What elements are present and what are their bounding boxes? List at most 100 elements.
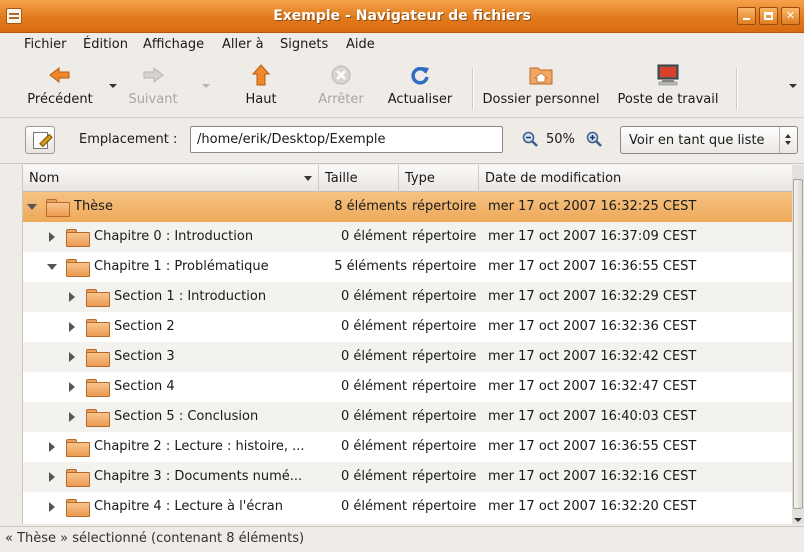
row-date: mer 17 oct 2007 16:40:03 CEST — [488, 409, 697, 424]
stop-label: Arrêter — [318, 92, 364, 107]
forward-label: Suivant — [128, 92, 178, 107]
reload-button[interactable]: Actualiser — [388, 64, 452, 107]
expander-closed-icon[interactable] — [49, 472, 55, 482]
forward-history-dropdown[interactable] — [202, 84, 210, 88]
table-row[interactable]: Chapitre 0 : Introduction 0 élément répert… — [23, 222, 792, 252]
sort-desc-icon — [304, 176, 312, 181]
menu-edition[interactable]: Édition — [83, 37, 128, 52]
up-arrow-icon — [249, 64, 273, 86]
list-header: Nom Taille Type Date de modification — [23, 165, 792, 192]
home-label: Dossier personnel — [482, 92, 600, 107]
edit-location-button[interactable] — [25, 126, 55, 154]
scroll-down-icon[interactable] — [794, 518, 802, 522]
expander-open-icon[interactable] — [27, 204, 37, 210]
close-button[interactable]: ✕ — [781, 7, 800, 25]
title-bar[interactable]: Exemple - Navigateur de fichiers ✕ — [0, 0, 804, 33]
row-date: mer 17 oct 2007 16:32:29 CEST — [488, 289, 697, 304]
maximize-button[interactable] — [759, 7, 778, 25]
column-type[interactable]: Type — [399, 165, 479, 192]
table-row[interactable]: Section 1 : Introduction 0 élément réperto… — [23, 282, 792, 312]
view-mode-select[interactable]: Voir en tant que liste — [620, 126, 798, 154]
row-size: 5 éléments — [334, 259, 407, 274]
table-row[interactable]: Section 3 0 élément répertoire mer 17 oct 2… — [23, 342, 792, 372]
computer-icon — [656, 64, 680, 86]
location-input[interactable]: /home/erik/Desktop/Exemple — [190, 126, 503, 153]
expander-closed-icon[interactable] — [69, 412, 75, 422]
row-size: 0 élément — [340, 229, 407, 244]
location-label: Emplacement : — [79, 132, 178, 147]
file-list[interactable]: Nom Taille Type Date de modification Thè… — [22, 165, 792, 524]
reload-icon — [408, 64, 432, 86]
minimize-button[interactable] — [737, 7, 756, 25]
row-date: mer 17 oct 2007 16:32:25 CEST — [488, 199, 697, 214]
expander-closed-icon[interactable] — [69, 322, 75, 332]
expander-closed-icon[interactable] — [69, 382, 75, 392]
table-row[interactable]: Section 2 0 élément répertoire mer 17 oct 2… — [23, 312, 792, 342]
table-row[interactable]: Chapitre 4 : Lecture à l'écran 0 élément r… — [23, 492, 792, 522]
column-date-label: Date de modification — [485, 171, 622, 186]
expander-closed-icon[interactable] — [69, 292, 75, 302]
back-history-dropdown[interactable] — [109, 84, 117, 88]
row-date: mer 17 oct 2007 16:32:20 CEST — [488, 499, 697, 514]
toolbar: Précédent Suivant Haut Arrêter Actualise… — [0, 58, 804, 118]
row-name: Section 2 — [114, 319, 175, 334]
toolbar-separator — [736, 68, 737, 110]
zoom-in-icon[interactable] — [586, 131, 602, 147]
vertical-scrollbar[interactable] — [792, 165, 804, 524]
table-row[interactable]: Chapitre 3 : Documents numé... 0 élément r… — [23, 462, 792, 492]
row-name: Section 3 — [114, 349, 175, 364]
column-date[interactable]: Date de modification — [479, 165, 792, 192]
column-size[interactable]: Taille — [319, 165, 399, 192]
folder-icon — [66, 469, 90, 487]
row-date: mer 17 oct 2007 16:36:55 CEST — [488, 259, 697, 274]
scrollbar-thumb[interactable] — [793, 179, 803, 509]
row-date: mer 17 oct 2007 16:37:09 CEST — [488, 229, 697, 244]
computer-button[interactable]: Poste de travail — [617, 64, 719, 107]
expander-closed-icon[interactable] — [69, 352, 75, 362]
table-row[interactable]: Chapitre 1 : Problématique 5 éléments répe… — [23, 252, 792, 282]
row-date: mer 17 oct 2007 16:32:47 CEST — [488, 379, 697, 394]
menu-aller[interactable]: Aller à — [222, 37, 264, 52]
menu-aide[interactable]: Aide — [346, 37, 375, 52]
folder-icon — [86, 319, 110, 337]
expander-open-icon[interactable] — [47, 264, 57, 270]
computer-label: Poste de travail — [617, 92, 719, 107]
folder-icon — [86, 409, 110, 427]
back-label: Précédent — [27, 92, 93, 107]
up-button[interactable]: Haut — [245, 64, 277, 107]
window-title: Exemple - Navigateur de fichiers — [273, 8, 531, 24]
back-button[interactable]: Précédent — [27, 64, 93, 107]
table-row[interactable]: Thèse 8 éléments répertoire mer 17 oct 2007… — [23, 192, 792, 222]
column-size-label: Taille — [325, 171, 358, 186]
row-date: mer 17 oct 2007 16:32:16 CEST — [488, 469, 697, 484]
table-row[interactable]: Chapitre 2 : Lecture : histoire, ... 0 él… — [23, 432, 792, 462]
table-row[interactable]: Section 4 0 élément répertoire mer 17 oct 2… — [23, 372, 792, 402]
menu-bar: Fichier Édition Affichage Aller à Signet… — [0, 33, 804, 58]
toolbar-overflow-dropdown[interactable] — [789, 84, 797, 88]
zoom-level[interactable]: 50% — [546, 132, 575, 147]
column-name[interactable]: Nom — [23, 165, 319, 192]
row-name: Section 4 — [114, 379, 175, 394]
expander-closed-icon[interactable] — [49, 232, 55, 242]
status-text: « Thèse » sélectionné (contenant 8 éléme… — [5, 531, 305, 546]
forward-arrow-icon — [141, 64, 165, 86]
menu-signets[interactable]: Signets — [280, 37, 328, 52]
row-name: Chapitre 1 : Problématique — [94, 259, 269, 274]
menu-affichage[interactable]: Affichage — [143, 37, 204, 52]
home-button[interactable]: Dossier personnel — [482, 64, 600, 107]
row-name: Section 1 : Introduction — [114, 289, 267, 304]
location-bar: Emplacement : /home/erik/Desktop/Exemple… — [0, 118, 804, 164]
expander-closed-icon[interactable] — [49, 442, 55, 452]
stop-button[interactable]: Arrêter — [318, 64, 364, 107]
column-name-label: Nom — [29, 171, 60, 186]
folder-icon — [66, 229, 90, 247]
zoom-out-icon[interactable] — [522, 131, 538, 147]
expander-closed-icon[interactable] — [49, 502, 55, 512]
row-name: Thèse — [74, 199, 113, 214]
table-row[interactable]: Section 5 : Conclusion 0 élément répertoir… — [23, 402, 792, 432]
forward-button[interactable]: Suivant — [128, 64, 178, 107]
column-type-label: Type — [405, 171, 435, 186]
row-size: 0 élément — [340, 409, 407, 424]
row-size: 0 élément — [340, 499, 407, 514]
menu-fichier[interactable]: Fichier — [24, 37, 67, 52]
